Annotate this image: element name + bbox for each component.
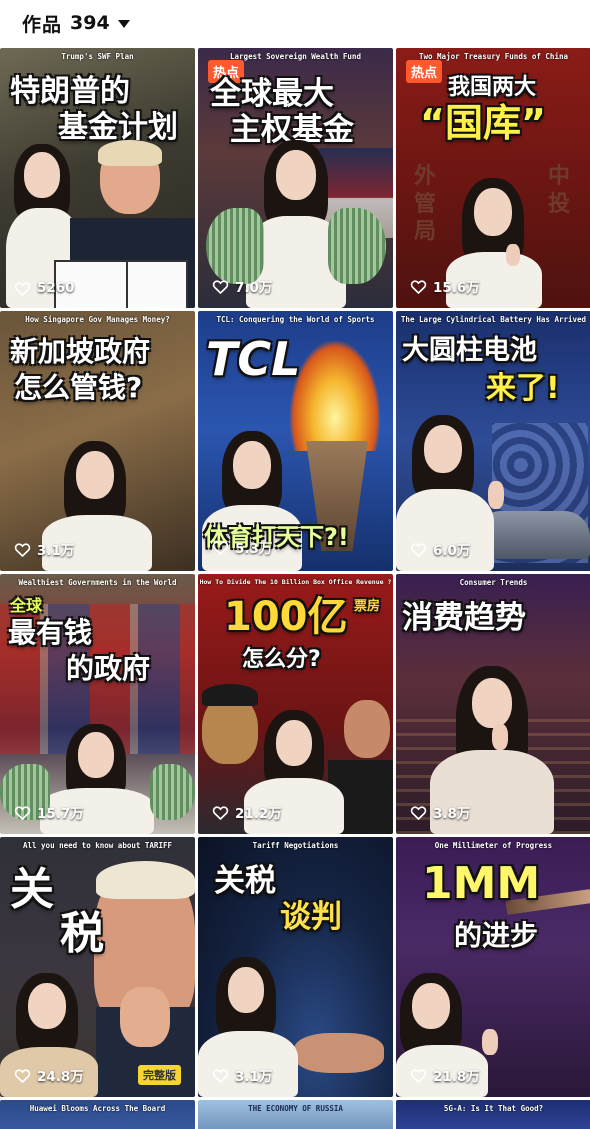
heart-icon: [410, 1068, 427, 1083]
like-count: 3.8万: [410, 802, 470, 822]
like-count: 5260: [14, 280, 75, 296]
video-card[interactable]: Wealthiest Governments in the World 全球 最…: [0, 574, 195, 834]
presenter-figure: [0, 837, 195, 1097]
video-card[interactable]: How Singapore Gov Manages Money? 新加坡政府 怎…: [0, 311, 195, 571]
presenter-figure: [396, 48, 590, 308]
works-header[interactable]: 作品 394: [0, 0, 590, 46]
presenter-figure: [198, 48, 393, 308]
presenter-figure: [0, 48, 195, 308]
heart-icon: [14, 281, 31, 296]
presenter-figure: [396, 311, 590, 571]
like-count: 15.6万: [410, 276, 480, 296]
video-card[interactable]: Tariff Negotiations 关税 谈判 3.1万: [198, 837, 393, 1097]
video-card[interactable]: Consumer Trends 消费趋势 3.8万: [396, 574, 590, 834]
complete-version-badge: 完整版: [138, 1065, 181, 1085]
video-subtitle: 5G-A: Is It That Good?: [443, 1104, 544, 1113]
like-count: 3.1万: [212, 1065, 272, 1085]
works-count: 394: [70, 12, 110, 34]
like-count: 21.2万: [212, 802, 282, 822]
like-count: 24.8万: [14, 1065, 84, 1085]
video-subtitle: Huawei Blooms Across The Board: [29, 1104, 166, 1113]
video-card[interactable]: Largest Sovereign Wealth Fund 热点 全球最大 主权…: [198, 48, 393, 308]
heart-icon: [212, 279, 229, 294]
video-card[interactable]: 5G-A: Is It That Good?: [396, 1100, 590, 1129]
video-card[interactable]: THE ECONOMY OF RUSSIA: [198, 1100, 393, 1129]
works-tab-label: 作品: [22, 13, 63, 36]
heart-icon: [14, 1068, 31, 1083]
video-card[interactable]: How To Divide The 10 Billion Box Office …: [198, 574, 393, 834]
heart-icon: [212, 1068, 229, 1083]
like-count: 5.3万: [212, 537, 272, 557]
presenter-figure: [396, 574, 590, 834]
video-card[interactable]: Two Major Treasury Funds of China 热点 我国两…: [396, 48, 590, 308]
caret-down-icon[interactable]: [117, 20, 130, 28]
video-subtitle: THE ECONOMY OF RUSSIA: [248, 1104, 343, 1113]
like-count: 3.1万: [14, 539, 74, 559]
video-card[interactable]: TCL: Conquering the World of Sports TCL …: [198, 311, 393, 571]
heart-icon: [14, 805, 31, 820]
like-count: 15.7万: [14, 802, 84, 822]
like-count: 6.0万: [410, 539, 470, 559]
like-count: 7.0万: [212, 276, 272, 296]
video-card[interactable]: One Millimeter of Progress 1MM 的进步 21.8万: [396, 837, 590, 1097]
video-card[interactable]: The Large Cylindrical Battery Has Arrive…: [396, 311, 590, 571]
presenter-figure: [198, 837, 393, 1097]
presenter-figure: [0, 311, 195, 571]
heart-icon: [410, 542, 427, 557]
heart-icon: [212, 805, 229, 820]
video-card[interactable]: Huawei Blooms Across The Board: [0, 1100, 195, 1129]
presenter-figure: [0, 574, 195, 834]
video-card[interactable]: Trump's SWF Plan 特朗普的 基金计划 5260: [0, 48, 195, 308]
like-count: 21.8万: [410, 1065, 480, 1085]
heart-icon: [410, 805, 427, 820]
heart-icon: [212, 540, 229, 555]
heart-icon: [410, 279, 427, 294]
presenter-figure: [198, 574, 393, 834]
heart-icon: [14, 542, 31, 557]
video-card[interactable]: All you need to know about TARIFF 关 税 完整…: [0, 837, 195, 1097]
presenter-figure: [396, 837, 590, 1097]
